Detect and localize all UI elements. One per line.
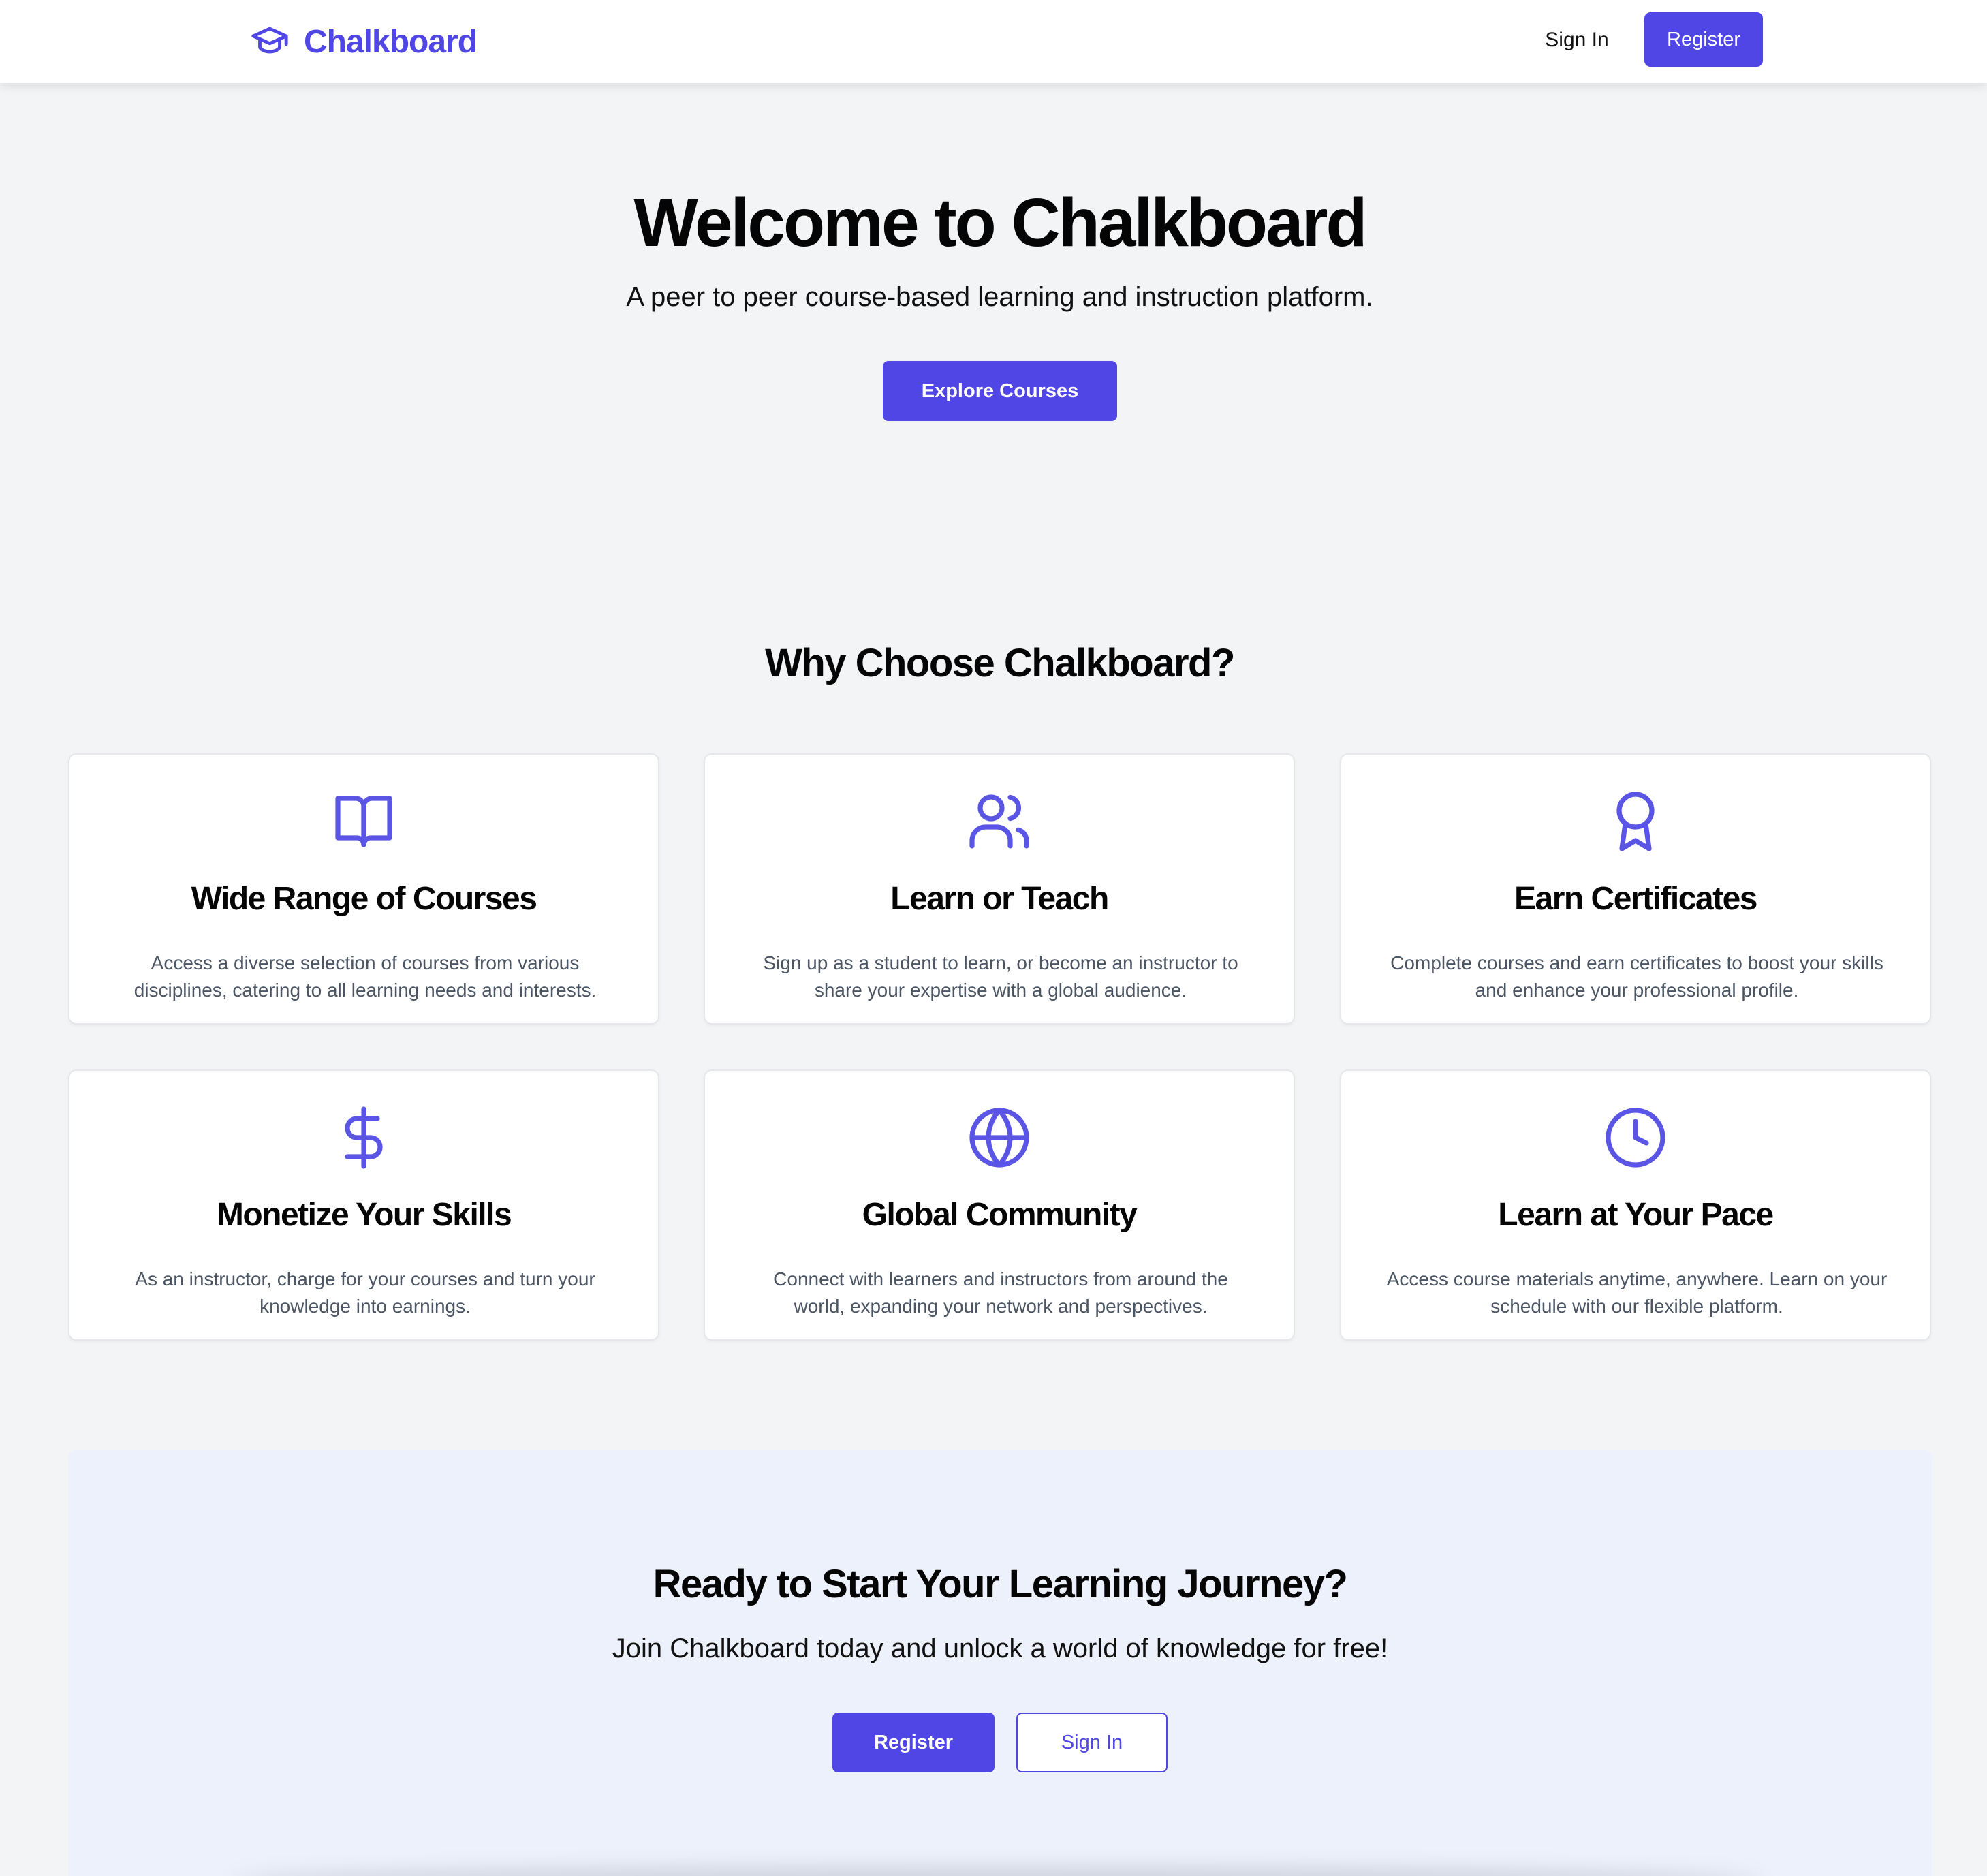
explore-courses-button[interactable]: Explore Courses bbox=[883, 361, 1117, 421]
feature-description: As an instructor, charge for your course… bbox=[135, 1268, 595, 1317]
nav-signin-button[interactable]: Sign In bbox=[1526, 14, 1628, 67]
top-navbar: Chalkboard Sign In Register bbox=[0, 0, 1987, 83]
brand-logo-link[interactable]: Chalkboard bbox=[248, 20, 478, 63]
book-open-icon bbox=[69, 789, 658, 854]
feature-description: Access course materials anytime, anywher… bbox=[1386, 1268, 1888, 1317]
users-icon bbox=[705, 789, 1294, 854]
features-title: Why Choose Chalkboard? bbox=[765, 641, 1235, 685]
nav-register-button[interactable]: Register bbox=[1644, 12, 1763, 67]
feature-description: Complete courses and earn certificates t… bbox=[1390, 952, 1883, 1001]
cta-signin-button[interactable]: Sign In bbox=[1016, 1713, 1168, 1772]
feature-description: Access a diverse selection of courses fr… bbox=[134, 952, 597, 1001]
feature-title: Earn Certificates bbox=[1514, 881, 1758, 917]
feature-card: Learn or Teach Sign up as a student to l… bbox=[704, 753, 1295, 1025]
brand-name: Chalkboard bbox=[304, 24, 478, 60]
feature-description: Sign up as a student to learn, or become… bbox=[763, 952, 1238, 1001]
clock-icon bbox=[1341, 1105, 1930, 1170]
dollar-sign-icon bbox=[69, 1105, 658, 1170]
cta-bottom-shadow bbox=[232, 1866, 1764, 1876]
cta-section: Ready to Start Your Learning Journey? Jo… bbox=[68, 1450, 1932, 1876]
feature-card: Wide Range of Courses Access a diverse s… bbox=[68, 753, 659, 1025]
globe-icon bbox=[705, 1105, 1294, 1170]
feature-title: Monetize Your Skills bbox=[216, 1197, 512, 1233]
feature-card: Monetize Your Skills As an instructor, c… bbox=[68, 1069, 659, 1341]
feature-description: Connect with learners and instructors fr… bbox=[773, 1268, 1228, 1317]
award-icon bbox=[1341, 789, 1930, 854]
cta-title: Ready to Start Your Learning Journey? bbox=[653, 1562, 1348, 1606]
hero-title: Welcome to Chalkboard bbox=[633, 185, 1367, 261]
feature-title: Global Community bbox=[862, 1197, 1138, 1233]
hero-subtitle: A peer to peer course-based learning and… bbox=[626, 282, 1373, 312]
feature-title: Learn at Your Pace bbox=[1498, 1197, 1774, 1233]
feature-title: Learn or Teach bbox=[890, 881, 1109, 917]
feature-card: Earn Certificates Complete courses and e… bbox=[1340, 753, 1931, 1025]
feature-title: Wide Range of Courses bbox=[191, 881, 537, 917]
feature-card: Learn at Your Pace Access course materia… bbox=[1340, 1069, 1931, 1341]
graduation-cap-icon bbox=[248, 20, 292, 63]
feature-card: Global Community Connect with learners a… bbox=[704, 1069, 1295, 1341]
cta-subtitle: Join Chalkboard today and unlock a world… bbox=[612, 1633, 1388, 1663]
cta-register-button[interactable]: Register bbox=[832, 1713, 995, 1772]
